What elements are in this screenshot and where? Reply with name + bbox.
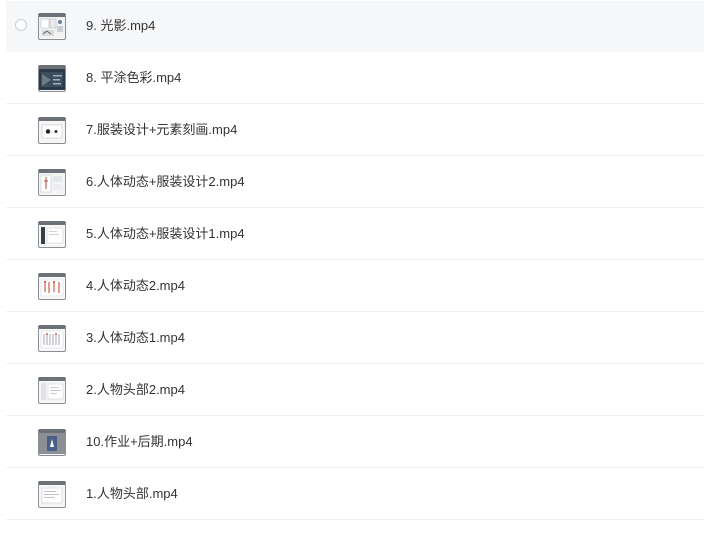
video-thumbnail-icon [38,377,66,404]
file-row[interactable]: 4.人体动态2.mp4 [6,261,704,312]
file-row[interactable]: 3.人体动态1.mp4 [6,313,704,364]
file-name[interactable]: 7.服装设计+元素刻画.mp4 [86,121,237,139]
file-list: 9. 光影.mp4 8. 平涂色彩.mp4 7.服装设计+元素刻画.mp4 6.… [0,0,704,540]
video-thumbnail-icon [38,221,66,248]
select-checkbox[interactable] [15,19,27,31]
file-name[interactable]: 5.人体动态+服装设计1.mp4 [86,225,245,243]
file-name[interactable]: 2.人物头部2.mp4 [86,381,185,399]
file-name[interactable]: 8. 平涂色彩.mp4 [86,69,181,87]
file-name[interactable]: 10.作业+后期.mp4 [86,433,193,451]
file-row[interactable]: 2.人物头部2.mp4 [6,365,704,416]
file-row[interactable]: 9. 光影.mp4 [6,1,704,52]
file-row[interactable]: 7.服装设计+元素刻画.mp4 [6,105,704,156]
video-thumbnail-icon [38,429,66,456]
video-thumbnail-icon [38,13,66,40]
file-name[interactable]: 3.人体动态1.mp4 [86,329,185,347]
video-thumbnail-icon [38,169,66,196]
file-row[interactable]: 6.人体动态+服装设计2.mp4 [6,157,704,208]
file-row[interactable]: 8. 平涂色彩.mp4 [6,53,704,104]
file-row[interactable]: 5.人体动态+服装设计1.mp4 [6,209,704,260]
video-thumbnail-icon [38,117,66,144]
video-thumbnail-icon [38,325,66,352]
video-thumbnail-icon [38,65,66,92]
video-thumbnail-icon [38,481,66,508]
file-name[interactable]: 6.人体动态+服装设计2.mp4 [86,173,245,191]
file-row[interactable]: 1.人物头部.mp4 [6,469,704,520]
file-name[interactable]: 4.人体动态2.mp4 [86,277,185,295]
file-name[interactable]: 9. 光影.mp4 [86,17,155,35]
file-name[interactable]: 1.人物头部.mp4 [86,485,178,503]
file-row[interactable]: 10.作业+后期.mp4 [6,417,704,468]
video-thumbnail-icon [38,273,66,300]
